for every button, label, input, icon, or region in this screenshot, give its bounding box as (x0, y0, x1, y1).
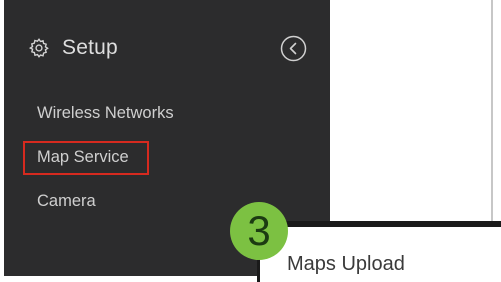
gear-icon (28, 37, 50, 59)
sidebar-item-wireless-networks[interactable]: Wireless Networks (37, 104, 174, 123)
maps-upload-label[interactable]: Maps Upload (287, 253, 405, 276)
sidebar-header: Setup (28, 33, 118, 63)
sidebar-item-camera[interactable]: Camera (37, 192, 96, 211)
sidebar-title: Setup (62, 36, 118, 59)
maps-upload-panel[interactable]: Maps Upload (257, 221, 501, 282)
screenshot-stage: Setup Wireless Networks Map Service Came… (0, 0, 501, 282)
chevron-left-circle-icon (280, 35, 307, 62)
collapse-sidebar-button[interactable] (280, 35, 307, 62)
step-number-badge: 3 (230, 202, 288, 260)
highlight-annotation-box (23, 141, 149, 175)
